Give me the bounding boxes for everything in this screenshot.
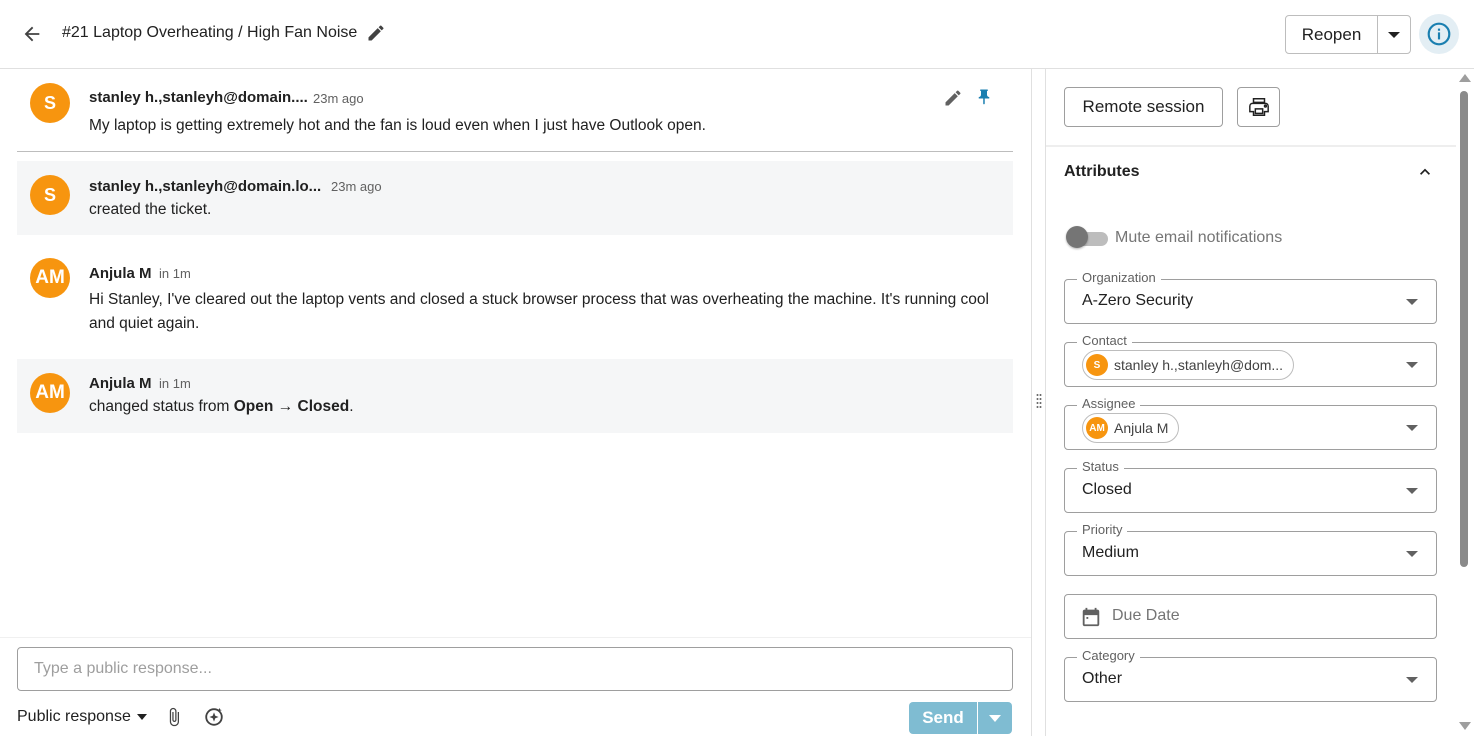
info-icon (1427, 22, 1451, 46)
category-value: Other (1082, 670, 1123, 687)
edit-title-pencil-icon[interactable] (366, 23, 386, 43)
contact-value: stanley h.,stanleyh@dom... (1114, 357, 1284, 373)
avatar: S (30, 175, 70, 215)
message-time: in 1m (159, 266, 191, 281)
message-item: AM Anjula M in 1m changed status from Op… (17, 359, 1013, 433)
calendar-icon (1082, 607, 1100, 627)
caret-down-icon (1406, 362, 1418, 368)
avatar: AM (1086, 417, 1108, 439)
assignee-label: Assignee (1077, 396, 1141, 412)
scroll-down-arrow[interactable] (1459, 722, 1471, 730)
scroll-thumb[interactable] (1460, 91, 1468, 567)
ticket-sidebar: Remote session Attributes Mute email not… (1046, 69, 1456, 736)
response-type-dropdown[interactable]: Public response (17, 708, 147, 726)
message-body: created the ticket. (89, 201, 212, 218)
sidebar-scrollbar[interactable] (1456, 69, 1474, 736)
reopen-button-group: Reopen (1285, 15, 1411, 54)
send-button-group: Send (909, 702, 1012, 734)
ticket-header: #21 Laptop Overheating / High Fan Noise … (0, 0, 1474, 69)
print-button[interactable] (1237, 87, 1280, 127)
reopen-button[interactable]: Reopen (1286, 16, 1378, 53)
remote-session-button[interactable]: Remote session (1064, 87, 1223, 127)
message-item: S stanley h.,stanleyh@domain.lo... 23m a… (17, 161, 1013, 235)
message-body: My laptop is getting extremely hot and t… (89, 117, 706, 134)
status-change-prefix: changed status from (89, 398, 234, 415)
contact-chip[interactable]: S stanley h.,stanleyh@dom... (1082, 350, 1295, 380)
response-type-label: Public response (17, 708, 131, 725)
category-label: Category (1077, 648, 1140, 664)
panel-splitter (1031, 69, 1046, 736)
status-change-suffix: . (349, 398, 354, 415)
info-button[interactable] (1419, 14, 1459, 54)
attributes-heading: Attributes (1064, 163, 1140, 180)
contact-select[interactable]: Contact S stanley h.,stanleyh@dom... (1064, 333, 1437, 387)
message-body: Hi Stanley, I've cleared out the laptop … (89, 291, 989, 332)
printer-icon (1248, 98, 1269, 116)
avatar: AM (30, 258, 70, 298)
ticket-title: #21 Laptop Overheating / High Fan Noise (62, 24, 358, 41)
mute-notifications-label: Mute email notifications (1115, 229, 1283, 246)
caret-down-icon (1406, 677, 1418, 683)
caret-down-icon (1406, 551, 1418, 557)
organization-label: Organization (1077, 270, 1161, 286)
status-to: Closed (297, 398, 350, 415)
message-time: in 1m (159, 376, 191, 391)
caret-down-icon (1406, 299, 1418, 305)
message-author: stanley h.,stanleyh@domain.lo... (89, 178, 322, 195)
organization-select[interactable]: Organization A-Zero Security (1064, 270, 1437, 324)
organization-value: A-Zero Security (1082, 292, 1194, 309)
conversation-feed: S stanley h.,stanleyh@domain.... 23m ago… (0, 69, 1031, 637)
status-from: Open (233, 398, 274, 415)
contact-label: Contact (1077, 333, 1132, 349)
message-item: S stanley h.,stanleyh@domain.... 23m ago… (17, 69, 1013, 149)
paperclip-icon[interactable] (164, 706, 184, 728)
edit-message-pencil-icon[interactable] (943, 88, 963, 108)
caret-down-icon (1388, 31, 1400, 38)
sparkle-icon[interactable] (203, 706, 225, 728)
pinned-divider (17, 151, 1013, 152)
arrow-left-icon (24, 26, 40, 42)
due-date-placeholder: Due Date (1112, 607, 1180, 624)
back-button[interactable] (18, 20, 46, 48)
caret-down-icon (1406, 488, 1418, 494)
avatar: S (1086, 354, 1108, 376)
reopen-dropdown-button[interactable] (1378, 16, 1410, 53)
pin-icon[interactable] (975, 87, 993, 107)
sidebar-divider (1046, 145, 1456, 147)
category-select[interactable]: Category Other (1064, 648, 1437, 702)
status-label: Status (1077, 459, 1124, 475)
assignee-value: Anjula M (1114, 420, 1169, 436)
due-date-field[interactable]: Due Date (1064, 594, 1437, 639)
mute-notifications-toggle[interactable] (1066, 226, 1109, 248)
avatar: AM (30, 373, 70, 413)
assignee-select[interactable]: Assignee AM Anjula M (1064, 396, 1437, 450)
status-select[interactable]: Status Closed (1064, 459, 1437, 513)
assignee-chip[interactable]: AM Anjula M (1082, 413, 1180, 443)
chevron-up-icon[interactable] (1415, 162, 1435, 182)
send-options-button[interactable] (978, 702, 1012, 734)
status-value: Closed (1082, 481, 1132, 498)
reply-input[interactable] (17, 647, 1013, 691)
reply-composer: Public response Send (0, 637, 1031, 736)
caret-down-icon (136, 714, 147, 720)
priority-value: Medium (1082, 544, 1139, 561)
status-arrow: → (277, 398, 294, 415)
caret-down-icon (989, 714, 1001, 722)
priority-label: Priority (1077, 522, 1128, 538)
message-author: Anjula M (89, 375, 152, 392)
priority-select[interactable]: Priority Medium (1064, 522, 1437, 576)
scroll-up-arrow[interactable] (1459, 74, 1471, 82)
message-time: 23m ago (313, 91, 364, 106)
toggle-knob (1066, 226, 1088, 248)
status-change-body: changed status from Open → Closed. (89, 395, 989, 419)
message-author: Anjula M (89, 265, 152, 282)
caret-down-icon (1406, 425, 1418, 431)
drag-handle-icon[interactable] (1036, 393, 1042, 409)
avatar: S (30, 83, 70, 123)
send-button[interactable]: Send (909, 702, 978, 734)
message-author: stanley h.,stanleyh@domain.... (89, 89, 308, 106)
message-time: 23m ago (331, 179, 382, 194)
message-item: AM Anjula M in 1m Hi Stanley, I've clear… (17, 247, 1013, 347)
